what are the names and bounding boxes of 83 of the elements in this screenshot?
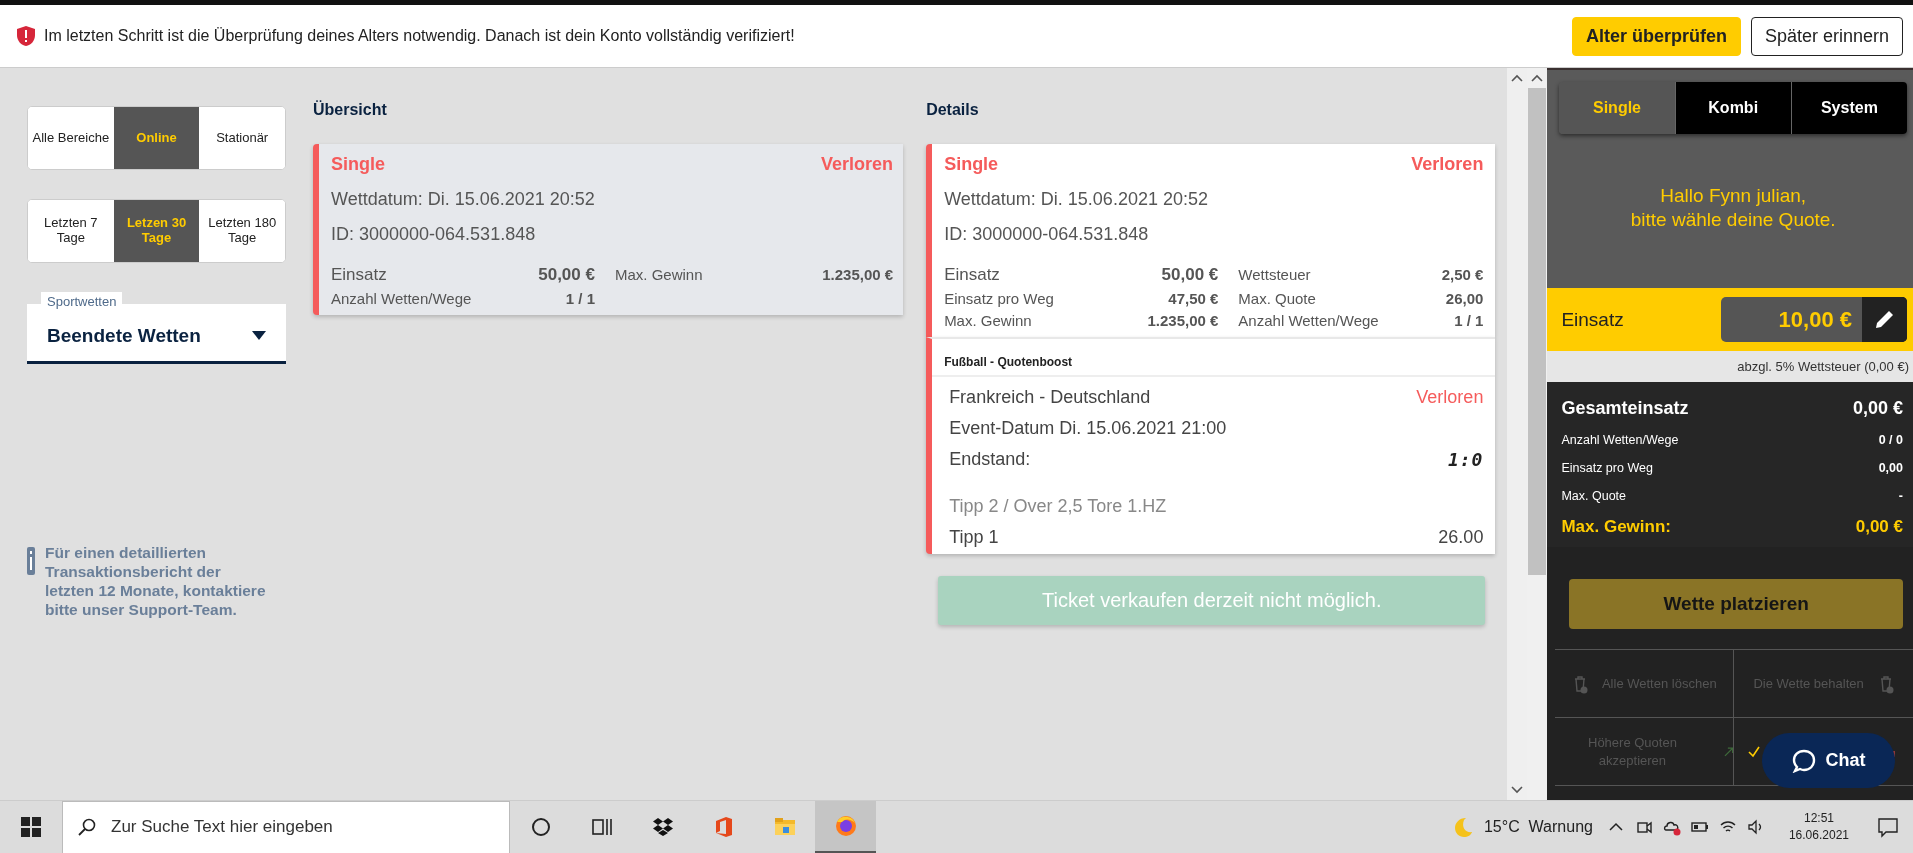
section-title: Übersicht (313, 101, 388, 119)
stat-value: 26,00 (1444, 290, 1484, 307)
summary-label: Max. Quote (1561, 489, 1626, 503)
bet-type: Single (331, 154, 385, 175)
search-icon (78, 817, 96, 836)
summary-label: Anzahl Wetten/Wege (1561, 433, 1679, 447)
notification-icon[interactable] (1877, 816, 1899, 838)
clock-date[interactable]: 16.06.2021 (1788, 827, 1849, 844)
bet-id: ID: 3000000-064.531.848 (944, 224, 1150, 245)
bet-status: Verloren (1411, 154, 1484, 175)
bet-type-tab[interactable]: System (1790, 82, 1907, 134)
bet-id: ID: 3000000-064.531.848 (331, 224, 537, 245)
stat-label: Anzahl Wetten/Wege (1238, 312, 1380, 329)
summary-value: 0,00 (1878, 461, 1903, 475)
stat-label: Max. Gewinn (944, 312, 1033, 329)
bet-type-tab[interactable]: Single (1559, 82, 1675, 134)
tip-detail: Tipp 2 / Over 2,5 Tore 1.HZ (949, 496, 1167, 517)
stat-label: Max. Quote (1238, 290, 1317, 307)
info-note: Für einen detaillierten Transaktionsbericht der letzten 12 Monate, kontaktiere bitte unser Support-Team. (45, 544, 267, 620)
info-icon (27, 547, 35, 575)
odds-value: 26.00 (1438, 527, 1484, 548)
summary-label: Max. Gewinn: (1561, 517, 1671, 537)
stat-value: 50,00 € (1160, 265, 1219, 285)
summary-label: Einsatz pro Weg (1561, 461, 1653, 475)
category-dropdown[interactable]: Sportwetten Beendete Wetten (27, 292, 286, 364)
stat-value: 2,50 € (1441, 266, 1484, 283)
scrollbar-thumb[interactable] (1528, 88, 1547, 575)
remind-button[interactable]: Später erinnern (1750, 16, 1903, 56)
section-title: Details (926, 101, 980, 119)
tip-label: Tipp 1 (949, 527, 999, 548)
summary-value: 0 / 0 (1878, 433, 1903, 447)
taskbar-search-field[interactable]: Zur Suche Text hier eingeben (62, 800, 510, 853)
clock-time[interactable]: 12:51 (1788, 810, 1849, 827)
scroll-down-icon[interactable] (1511, 786, 1524, 794)
stat-label: Einsatz (944, 265, 1001, 285)
stake-amount: 10,00 € (1777, 306, 1853, 334)
summary-value: - (1898, 489, 1903, 503)
summary-value: 0,00 € (1852, 398, 1903, 419)
bet-date: Wettdatum: Di. 15.06.2021 20:52 (331, 189, 596, 210)
stat-label: Anzahl Wetten/Wege (331, 290, 473, 307)
stake-label: Einsatz (1561, 308, 1624, 331)
stat-label: Einsatz pro Weg (944, 290, 1055, 307)
event-date: Event-Datum Di. 15.06.2021 21:00 (949, 418, 1227, 439)
final-score: 1:0 (1447, 449, 1484, 470)
stat-value: 47,50 € (1167, 290, 1219, 307)
stat-label: Wettsteuer (1238, 266, 1312, 283)
summary-value: 0,00 € (1855, 517, 1903, 537)
verify-button[interactable]: Alter überprüfen (1571, 16, 1741, 56)
stat-label: Max. Gewinn (614, 266, 704, 283)
arrow-icon (1723, 746, 1734, 757)
windows-start-icon[interactable] (21, 817, 41, 837)
filter-tab[interactable]: Online (113, 107, 200, 169)
bet-type-tab[interactable]: Kombi (1674, 82, 1791, 134)
summary-label: Gesamteinsatz (1561, 398, 1689, 419)
weather-text[interactable]: 15°C Warnung (1483, 818, 1593, 836)
box-icon[interactable] (650, 815, 675, 839)
bet-status: Verloren (821, 154, 894, 175)
stat-value: 1 / 1 (1453, 312, 1484, 329)
stat-label: Einsatz (331, 265, 388, 285)
scroll-up-icon[interactable] (1531, 74, 1544, 82)
bet-date: Wettdatum: Di. 15.06.2021 20:52 (944, 189, 1209, 210)
stat-value: 1.235,00 € (1147, 312, 1219, 329)
match-name: Frankreich - Deutschland (949, 387, 1151, 408)
dropdown-label: Sportwetten (41, 292, 123, 311)
caret-icon (252, 331, 266, 340)
greeting-text: Hallo Fynn julian, bitte wähle deine Quote. (1629, 184, 1837, 232)
stake-field[interactable]: 10,00 € (1721, 297, 1907, 342)
shield-icon (16, 25, 36, 47)
stat-value: 1.235,00 € (822, 266, 894, 283)
scroll-up-icon[interactable] (1511, 74, 1524, 82)
browser-icon[interactable] (833, 813, 858, 838)
stat-value: 50,00 € (538, 265, 595, 285)
score-label: Endstand: (949, 449, 1031, 470)
selection-category: Fußball - Quotenboost (932, 339, 1496, 377)
dropdown-value: Beendete Wetten (47, 324, 201, 347)
bet-type: Single (944, 154, 999, 175)
selection-status: Verloren (1416, 387, 1484, 408)
tax-note: abzgl. 5% Wettsteuer (0,00 €) (1547, 351, 1913, 382)
chat-button[interactable]: Chat (1762, 733, 1895, 788)
banner-message: Im letzten Schritt ist die Überprüfung deines Alters notwendig. Danach ist dein Konto vollständig verifiziert! (44, 27, 795, 45)
speech-bubble-icon (1791, 748, 1816, 773)
stat-value: 1 / 1 (564, 290, 595, 307)
filter-tab[interactable]: Letzen 30 Tage (113, 200, 200, 262)
